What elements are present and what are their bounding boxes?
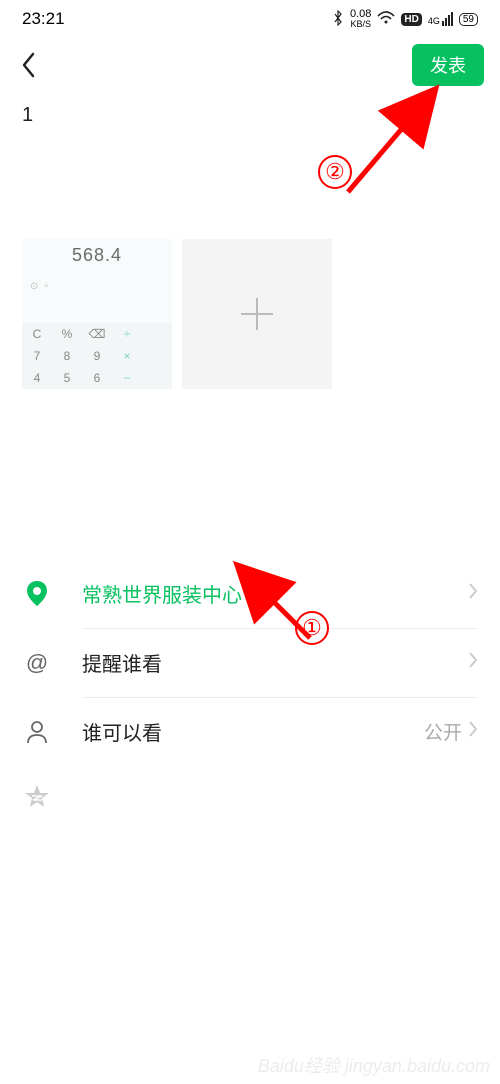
- hd-badge: HD: [401, 13, 421, 26]
- chevron-right-icon: [468, 651, 478, 674]
- wifi-icon: [377, 11, 395, 28]
- header: 发表: [0, 38, 500, 92]
- chevron-right-icon: [468, 582, 478, 605]
- attachment-list: 568.4 ⊙▫ C%⌫÷ 789× 456−: [0, 239, 500, 389]
- location-label: 常熟世界服装中心: [82, 579, 468, 608]
- thumb-display-text: 568.4: [22, 245, 172, 266]
- add-attachment-button[interactable]: [182, 239, 332, 389]
- mention-icon: @: [22, 650, 52, 676]
- signal-4g: 4G: [428, 12, 453, 26]
- battery-icon: 59: [459, 13, 478, 26]
- status-bar: 23:21 0.08 KB/S HD 4G 59: [0, 0, 500, 38]
- bluetooth-icon: [332, 10, 344, 29]
- person-icon: [22, 720, 52, 744]
- chevron-right-icon: [468, 720, 478, 743]
- compose-text: 1: [22, 104, 33, 126]
- annotation-step-2: ②: [318, 155, 352, 189]
- thumb-toolbar: ⊙▫: [30, 281, 48, 292]
- qzone-star-icon: [22, 784, 52, 810]
- net-speed: 0.08 KB/S: [350, 9, 371, 29]
- attachment-thumbnail[interactable]: 568.4 ⊙▫ C%⌫÷ 789× 456−: [22, 239, 172, 389]
- visibility-value: 公开: [424, 718, 462, 745]
- mention-label: 提醒谁看: [82, 648, 468, 677]
- option-visibility[interactable]: 谁可以看 公开: [0, 697, 500, 766]
- option-location[interactable]: 常熟世界服装中心: [0, 559, 500, 628]
- watermark: Baidu经验 jingyan.baidu.com: [258, 1052, 490, 1078]
- compose-area[interactable]: 1: [0, 92, 500, 139]
- plus-icon: [233, 290, 281, 338]
- option-mention[interactable]: @ 提醒谁看: [0, 628, 500, 697]
- status-indicators: 0.08 KB/S HD 4G 59: [332, 9, 478, 29]
- status-time: 23:21: [22, 9, 65, 29]
- publish-button[interactable]: 发表: [412, 44, 484, 86]
- option-qzone[interactable]: [0, 766, 500, 828]
- thumb-keypad: C%⌫÷ 789× 456−: [22, 323, 172, 389]
- location-icon: [22, 581, 52, 607]
- back-button[interactable]: [14, 50, 44, 80]
- options-list: 常熟世界服装中心 @ 提醒谁看 谁可以看 公开: [0, 559, 500, 828]
- visibility-label: 谁可以看: [82, 717, 424, 746]
